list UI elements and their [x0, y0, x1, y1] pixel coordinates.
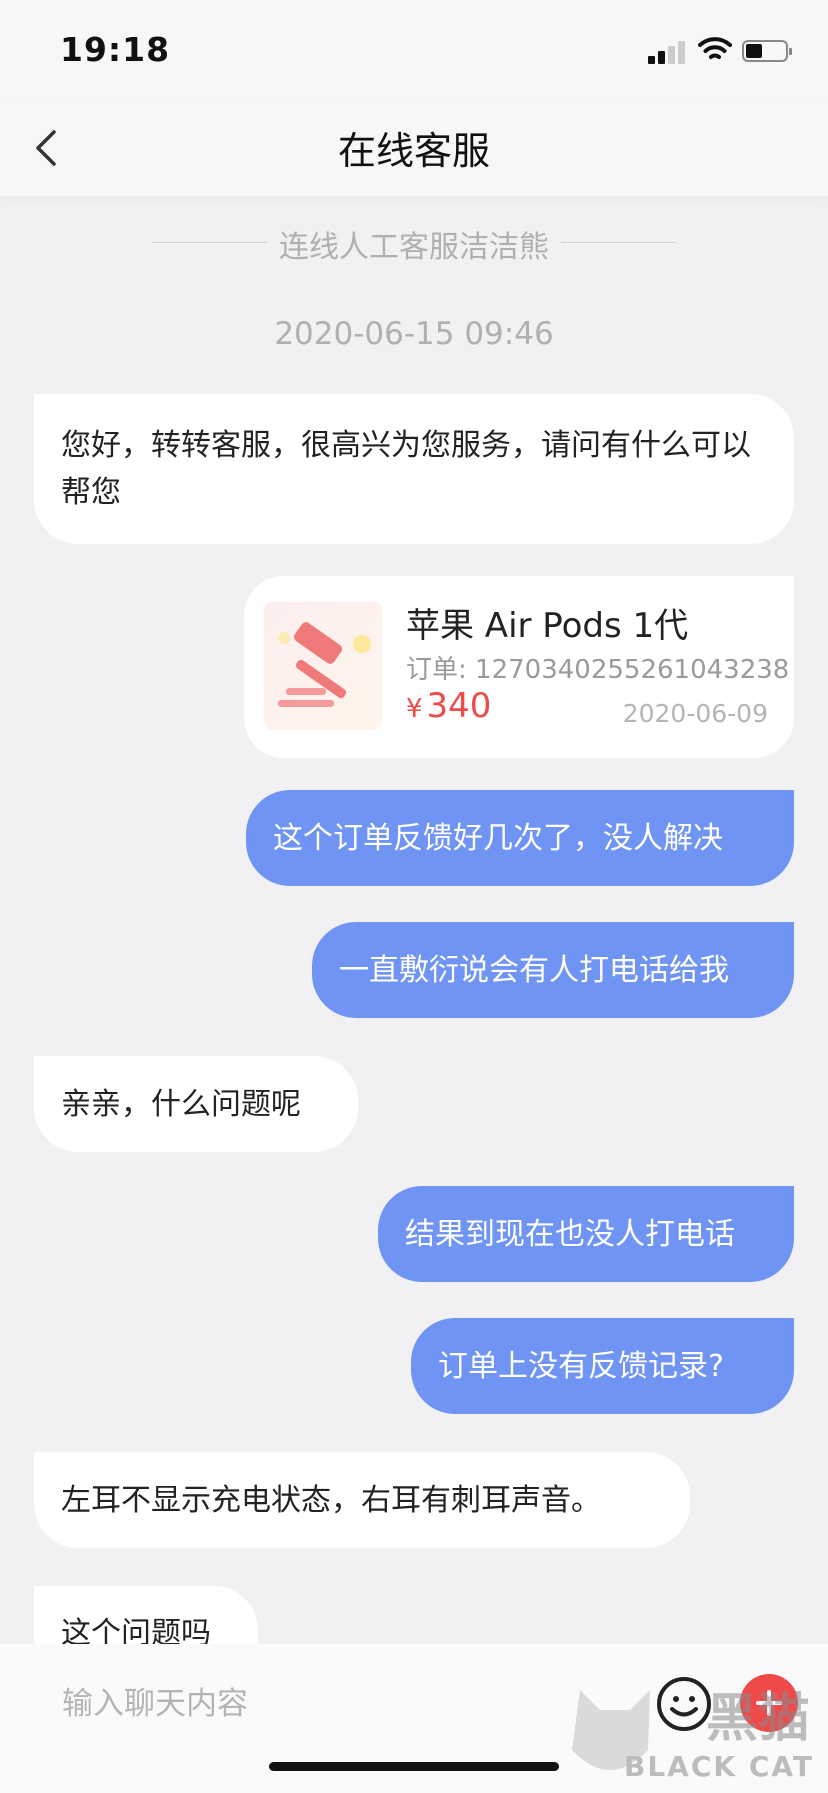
order-date: 2020-06-09 — [622, 699, 768, 728]
wifi-icon — [698, 37, 732, 59]
cellular-signal-icon — [648, 40, 688, 64]
watermark-logo: 黑猫 BLACK CAT — [560, 1680, 828, 1793]
auction-hammer-icon — [278, 622, 371, 707]
message-text: 订单上没有反馈记录? — [438, 1348, 724, 1384]
product-price: ¥340 — [406, 686, 491, 726]
message-bubble: 亲亲，什么问题呢 — [34, 1056, 358, 1152]
battery-icon — [742, 40, 792, 62]
chat-input[interactable]: 输入聊天内容 — [62, 1678, 248, 1723]
home-indicator — [269, 1762, 559, 1771]
message-bubble: 结果到现在也没人打电话 — [378, 1186, 794, 1282]
price-value: 340 — [426, 686, 492, 726]
chat-timestamp: 2020-06-15 09:46 — [274, 316, 554, 352]
message-bubble: 这个订单反馈好几次了，没人解决 — [246, 790, 794, 886]
message-text: 一直敷衍说会有人打电话给我 — [339, 952, 729, 988]
currency-symbol: ¥ — [406, 694, 423, 724]
watermark-en-text: BLACK CAT — [624, 1750, 814, 1783]
product-name: 苹果 Air Pods 1代 — [406, 606, 689, 646]
product-thumbnail — [264, 602, 382, 730]
nav-bar: 在线客服 — [0, 100, 828, 196]
message-text: 这个订单反馈好几次了，没人解决 — [273, 820, 723, 856]
message-bubble: 订单上没有反馈记录? — [411, 1318, 794, 1414]
message-text: 您好，转转客服，很高兴为您服务，请问有什么可以帮您 — [61, 428, 751, 510]
status-time: 19:18 — [60, 30, 171, 69]
order-card[interactable]: 苹果 Air Pods 1代 订单: 1270340255261043238 ¥… — [244, 576, 794, 758]
message-bubble: 您好，转转客服，很高兴为您服务，请问有什么可以帮您 — [34, 394, 794, 544]
message-text: 左耳不显示充电状态，右耳有刺耳声音。 — [61, 1482, 601, 1518]
system-notice-text: 连线人工客服洁洁熊 — [279, 230, 549, 265]
order-number: 订单: 1270340255261043238 — [406, 655, 790, 685]
status-bar: 19:18 — [0, 0, 828, 100]
system-notice: 连线人工客服洁洁熊 — [0, 222, 828, 265]
message-bubble: 左耳不显示充电状态，右耳有刺耳声音。 — [34, 1452, 690, 1548]
message-text: 亲亲，什么问题呢 — [61, 1086, 301, 1122]
message-text: 结果到现在也没人打电话 — [405, 1216, 735, 1252]
page-title: 在线客服 — [337, 129, 490, 173]
watermark-cn-text: 黑猫 — [705, 1689, 810, 1749]
message-bubble: 一直敷衍说会有人打电话给我 — [312, 922, 794, 1018]
